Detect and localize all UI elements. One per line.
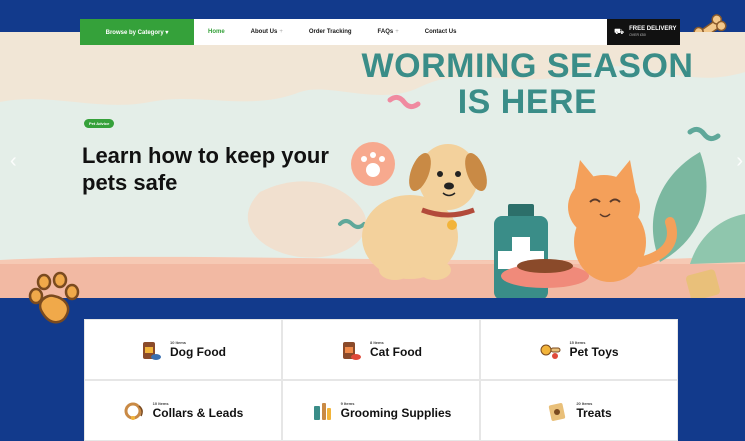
pet-toys-icon [540,344,561,359]
nav-faqs-label: FAQs [377,29,394,35]
prev-slide-arrow[interactable]: ‹ [10,150,17,173]
category-name: Dog Food [170,345,226,359]
nav-order-label: Order Tracking [308,29,352,35]
nav-about-label: About Us [250,29,278,35]
nav-faqs[interactable]: FAQs + [378,29,399,35]
category-text: 9 Items Grooming Supplies [341,401,452,420]
category-grooming-supplies[interactable]: 9 Items Grooming Supplies [282,380,480,441]
hero-headline: WORMING SEASON IS HERE [355,48,700,120]
category-name: Pet Toys [569,345,619,359]
plus-icon: + [395,29,399,35]
category-text: 8 Items Cat Food [370,340,422,359]
delivery-text: FREE DELIVERY OVER £50 [629,26,676,38]
category-name: Collars & Leads [152,406,244,420]
nav-about-us[interactable]: About Us + [251,29,283,35]
category-text: 20 Items Treats [576,401,611,420]
category-pill[interactable]: Pet Advice [84,119,115,128]
nav-home-label: Home [208,29,225,35]
hero-banner[interactable]: WORMING SEASON IS HERE Pet Advice Learn … [0,32,745,298]
free-delivery-badge[interactable]: ⛟ FREE DELIVERY OVER £50 [607,19,680,45]
category-dog-food[interactable]: 10 Items Dog Food [84,319,282,380]
nav-links: Home About Us + Order Tracking FAQs + Cont… [208,29,482,35]
nav-home[interactable]: Home [208,29,225,35]
category-pet-toys[interactable]: 15 Items Pet Toys [480,319,678,380]
category-cat-food[interactable]: 8 Items Cat Food [282,319,480,380]
category-text: 15 Items Pet Toys [569,340,618,359]
category-name: Cat Food [370,345,422,359]
category-name: Treats [576,406,612,420]
delivery-subtitle: OVER £50 [629,33,646,37]
category-collars-leads[interactable]: 10 Items Collars & Leads [84,380,282,441]
plus-icon: + [279,29,283,35]
category-treats[interactable]: 20 Items Treats [480,380,678,441]
treats-icon [549,402,566,421]
cat-food-icon [343,341,361,360]
main-navbar: Browse by Category ▾ Home About Us + Orde… [80,19,680,45]
nav-contact-us[interactable]: Contact Us [425,29,457,35]
nav-contact-label: Contact Us [424,29,457,35]
paw-icon [28,271,80,324]
next-slide-arrow[interactable]: › [736,150,743,173]
dog-food-icon [143,341,161,360]
category-text: 10 Items Collars & Leads [153,401,244,420]
collar-icon [124,402,143,420]
browse-by-category-button[interactable]: Browse by Category ▾ [80,19,194,45]
category-text: 10 Items Dog Food [170,340,226,359]
category-name: Grooming Supplies [340,406,452,420]
delivery-title: FREE DELIVERY [629,26,677,32]
headline-line-2: IS HERE [457,83,598,121]
nav-order-tracking[interactable]: Order Tracking [309,29,352,35]
grooming-icon [313,402,331,420]
hero-title: Learn how to keep your pets safe [82,143,329,195]
headline-line-1: WORMING SEASON [361,47,694,85]
category-grid: 10 Items Dog Food 8 Items Cat Food 15 It… [84,319,678,441]
truck-icon: ⛟ [614,27,625,36]
